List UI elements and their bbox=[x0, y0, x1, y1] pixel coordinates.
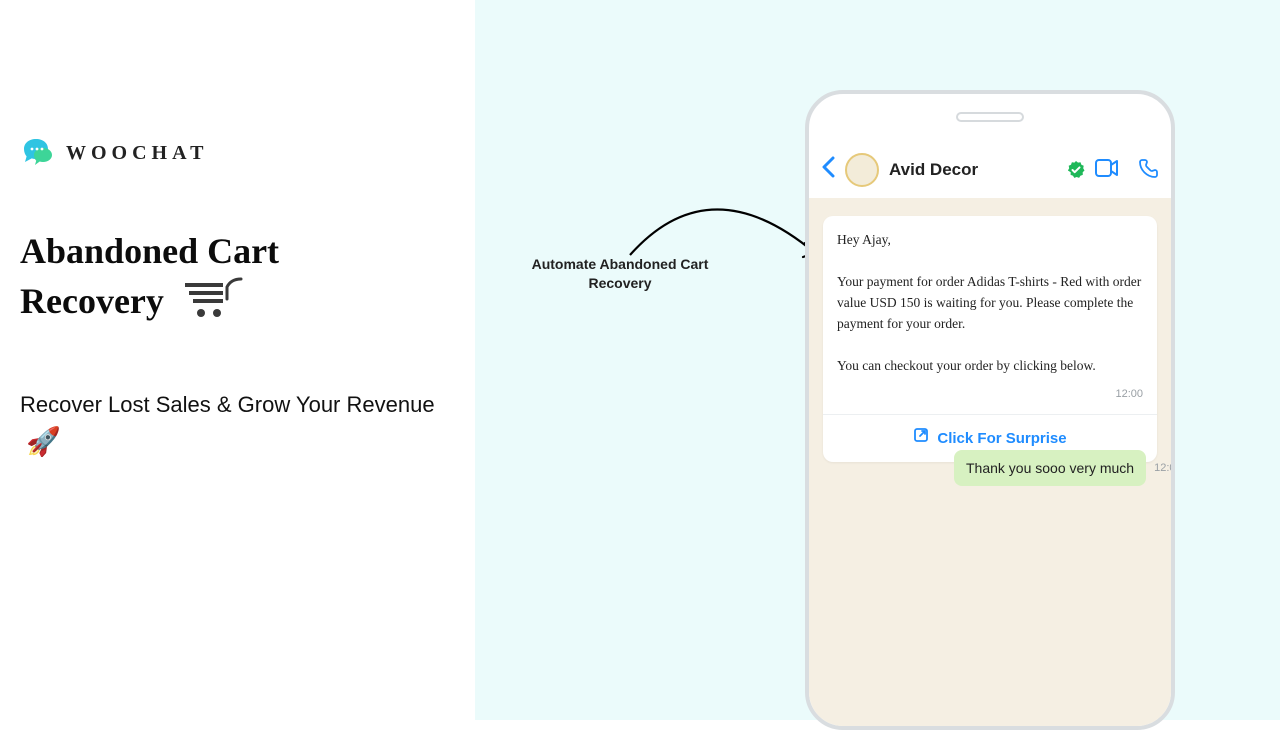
cta-label: Click For Surprise bbox=[937, 427, 1066, 450]
chat-bubble-icon bbox=[20, 135, 56, 171]
verified-badge-icon bbox=[1067, 161, 1085, 179]
reply-meta: 12:06 ✓✓ bbox=[1154, 460, 1175, 476]
video-call-icon[interactable] bbox=[1095, 159, 1119, 182]
left-content-panel: WOOCHAT Abandoned Cart Recovery Recover … bbox=[20, 135, 450, 463]
contact-avatar[interactable] bbox=[845, 153, 879, 187]
subhead-text: Recover Lost Sales & Grow Your Revenue bbox=[20, 392, 435, 417]
message-greeting: Hey Ajay, bbox=[837, 230, 1143, 251]
back-chevron-icon[interactable] bbox=[821, 156, 835, 185]
external-link-icon bbox=[913, 427, 929, 450]
phone-call-icon[interactable] bbox=[1139, 158, 1159, 183]
contact-name[interactable]: Avid Decor bbox=[889, 160, 1061, 180]
page-subheading: Recover Lost Sales & Grow Your Revenue 🚀 bbox=[20, 388, 450, 463]
phone-speaker-icon bbox=[956, 112, 1024, 122]
chat-header: Avid Decor bbox=[809, 144, 1171, 196]
brand-logo: WOOCHAT bbox=[20, 135, 450, 171]
outgoing-message-bubble: Thank you sooo very much bbox=[954, 450, 1146, 486]
reply-timestamp: 12:06 bbox=[1154, 462, 1175, 474]
rocket-icon: 🚀 bbox=[26, 421, 61, 463]
chat-body: Hey Ajay, Your payment for order Adidas … bbox=[809, 198, 1171, 726]
outgoing-message-row: Thank you sooo very much 12:06 ✓✓ bbox=[954, 450, 1175, 486]
reply-text: Thank you sooo very much bbox=[966, 460, 1134, 476]
headline-line2: Recovery bbox=[20, 281, 164, 321]
headline-line1: Abandoned Cart bbox=[20, 226, 450, 276]
message-body: Your payment for order Adidas T-shirts -… bbox=[837, 272, 1143, 335]
curved-arrow-icon bbox=[620, 185, 830, 275]
incoming-message-bubble: Hey Ajay, Your payment for order Adidas … bbox=[823, 216, 1157, 462]
message-timestamp: 12:00 bbox=[837, 386, 1143, 403]
page-headline: Abandoned Cart Recovery bbox=[20, 226, 450, 333]
phone-mockup: Avid Decor Hey Ajay, Your payment for or… bbox=[805, 90, 1175, 730]
message-footer: You can checkout your order by clicking … bbox=[837, 356, 1143, 377]
shopping-cart-icon bbox=[183, 277, 245, 332]
brand-name: WOOCHAT bbox=[66, 142, 208, 165]
